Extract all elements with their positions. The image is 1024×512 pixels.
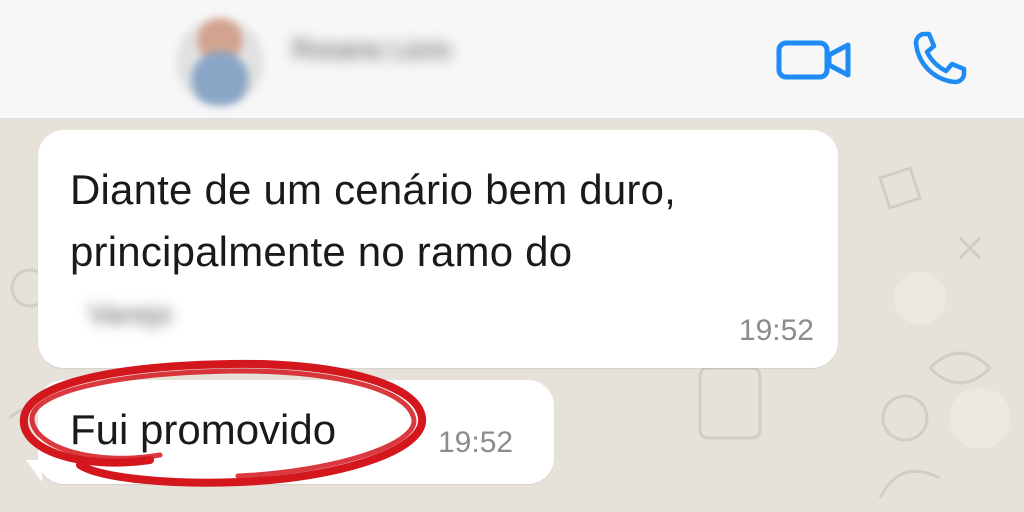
- message-text-line: principalmente no ramo do: [70, 228, 573, 275]
- contact-name[interactable]: Rosana Lúcio: [292, 34, 532, 64]
- message-text: Fui promovido: [70, 406, 337, 453]
- incoming-message-bubble[interactable]: Fui promovido 19:52: [38, 380, 554, 484]
- message-timestamp: 19:52: [738, 314, 814, 347]
- video-camera-icon: [776, 40, 851, 80]
- phone-icon: [913, 31, 967, 85]
- voice-call-button[interactable]: [906, 28, 974, 88]
- message-text-line: Diante de um cenário bem duro,: [70, 166, 676, 213]
- chat-header: Rosana Lúcio: [0, 0, 1024, 119]
- message-timestamp: 19:52: [438, 426, 514, 459]
- contact-avatar[interactable]: [176, 18, 264, 106]
- incoming-message-bubble[interactable]: Diante de um cenário bem duro, principal…: [38, 130, 838, 368]
- blurred-message-text: Varejo: [88, 298, 173, 331]
- bubble-tail: [26, 460, 42, 482]
- video-call-button[interactable]: [772, 34, 856, 86]
